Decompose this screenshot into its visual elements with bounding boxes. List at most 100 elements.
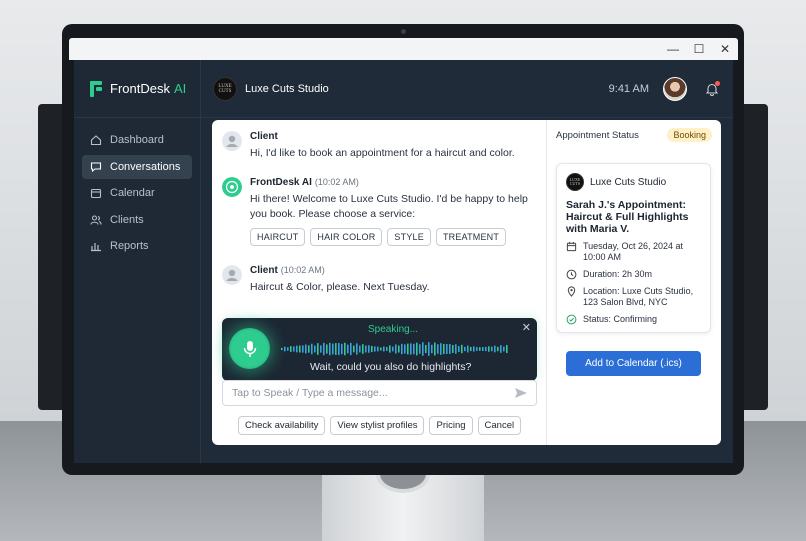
main-area: LUXE CUTS Luxe Cuts Studio 9:41 AM Client — [201, 60, 733, 463]
sidebar-item-reports[interactable]: Reports — [82, 234, 192, 258]
chip-hair-color[interactable]: HAIR COLOR — [310, 228, 383, 246]
waveform-bar — [398, 345, 400, 353]
pricing-button[interactable]: Pricing — [429, 416, 473, 435]
chip-style[interactable]: STYLE — [387, 228, 431, 246]
message-input[interactable]: Tap to Speak / Type a message... — [222, 380, 537, 406]
waveform-bar — [335, 343, 337, 355]
frontdesk-ai-avatar-icon — [222, 177, 242, 197]
waveform-bar — [389, 345, 391, 353]
chat-message: FrontDesk AI (10:02 AM) Hi there! Welcome… — [222, 177, 542, 246]
waveform-bar — [347, 344, 349, 354]
waveform-bar — [494, 345, 496, 353]
waveform-bar — [407, 343, 409, 355]
waveform-bar — [287, 347, 289, 351]
user-avatar-icon — [222, 131, 242, 151]
bar-chart-icon — [91, 243, 101, 252]
message-sender: FrontDesk AI — [250, 177, 312, 188]
waveform-bar — [440, 343, 442, 355]
app-window: FrontDesk AI Dashboard Conversations Cal… — [74, 60, 733, 463]
waveform-bar — [332, 343, 334, 355]
waveform-bar — [290, 346, 292, 352]
waveform-bar — [320, 345, 322, 353]
sidebar-item-label: Conversations — [110, 160, 181, 173]
appointment-status-panel: Appointment Status Booking LUXE CUTS Luxe… — [547, 120, 721, 445]
waveform-bar — [341, 343, 343, 355]
audio-waveform — [281, 342, 508, 356]
studio-name: Luxe Cuts Studio — [245, 82, 329, 95]
waveform-bar — [281, 347, 283, 351]
appointment-location: Location: Luxe Cuts Studio, 123 Salon Bl… — [583, 286, 694, 307]
location-pin-icon — [567, 286, 576, 297]
waveform-bar — [500, 345, 502, 353]
view-stylist-profiles-button[interactable]: View stylist profiles — [330, 416, 425, 435]
message-input-placeholder: Tap to Speak / Type a message... — [232, 387, 388, 399]
brand-name: FrontDesk — [110, 81, 170, 96]
waveform-bar — [296, 345, 298, 353]
waveform-bar — [359, 345, 361, 353]
chat-panel: Client Hi, I'd like to book an appointme… — [212, 120, 547, 445]
waveform-bar — [491, 346, 493, 352]
microphone-button[interactable] — [229, 328, 270, 369]
notification-button[interactable] — [705, 80, 720, 96]
waveform-bar — [380, 347, 382, 351]
chip-treatment[interactable]: TREATMENT — [435, 228, 507, 246]
notification-dot — [715, 80, 720, 86]
waveform-bar — [362, 344, 364, 354]
sidebar-item-dashboard[interactable]: Dashboard — [82, 128, 192, 152]
waveform-bar — [323, 342, 325, 356]
waveform-bar — [461, 344, 463, 354]
waveform-bar — [314, 345, 316, 353]
waveform-bar — [416, 342, 418, 356]
add-to-calendar-button[interactable]: Add to Calendar (.ics) — [566, 351, 701, 376]
users-icon — [90, 214, 102, 225]
waveform-bar — [317, 343, 319, 355]
message-text: Hi, I'd like to book an appointment for … — [250, 147, 515, 159]
clock-icon — [566, 269, 577, 280]
conversation-card: Client Hi, I'd like to book an appointme… — [212, 120, 721, 445]
waveform-bar — [377, 346, 379, 352]
send-icon[interactable] — [514, 386, 528, 400]
waveform-bar — [374, 346, 376, 352]
waveform-bar — [311, 343, 313, 355]
maximize-button[interactable]: ☐ — [686, 38, 712, 60]
appointment-studio-name: Luxe Cuts Studio — [590, 176, 667, 188]
minimize-button[interactable]: — — [660, 38, 686, 60]
waveform-bar — [506, 344, 508, 354]
user-avatar-icon — [222, 265, 242, 285]
waveform-bar — [356, 343, 358, 355]
sidebar-item-conversations[interactable]: Conversations — [82, 154, 192, 179]
cancel-button[interactable]: Cancel — [477, 416, 522, 435]
waveform-bar — [452, 345, 454, 353]
waveform-bar — [413, 343, 415, 355]
waveform-bar — [434, 342, 436, 356]
check-circle-icon — [566, 314, 577, 325]
sidebar-item-calendar[interactable]: Calendar — [82, 181, 192, 205]
check-availability-button[interactable]: Check availability — [238, 416, 326, 435]
studio-logo: LUXE CUTS — [213, 76, 237, 101]
brand-suffix: AI — [173, 81, 187, 96]
waveform-bar — [293, 346, 295, 352]
waveform-bar — [479, 347, 481, 351]
calendar-icon — [566, 241, 577, 252]
waveform-bar — [338, 343, 340, 355]
waveform-bar — [428, 342, 430, 356]
waveform-bar — [464, 346, 466, 352]
avatar[interactable] — [663, 76, 687, 101]
appointment-title: Sarah J.'s Appointment: Haircut & Full H… — [566, 199, 689, 235]
waveform-bar — [458, 346, 460, 352]
calendar-icon — [90, 188, 102, 199]
close-button[interactable]: ✕ — [712, 38, 738, 60]
waveform-bar — [497, 346, 499, 352]
waveform-bar — [446, 344, 448, 354]
waveform-bar — [437, 344, 439, 354]
sidebar-item-clients[interactable]: Clients — [82, 208, 192, 232]
close-voice-button[interactable]: ✕ — [522, 321, 531, 334]
status-badge: Booking — [667, 128, 712, 142]
waveform-bar — [443, 343, 445, 355]
waveform-bar — [401, 343, 403, 355]
chip-haircut[interactable]: HAIRCUT — [250, 228, 306, 246]
waveform-bar — [422, 342, 424, 356]
message-text: Haircut & Color, please. Next Tuesday. — [250, 281, 430, 293]
waveform-bar — [368, 345, 370, 353]
waveform-bar — [326, 344, 328, 354]
